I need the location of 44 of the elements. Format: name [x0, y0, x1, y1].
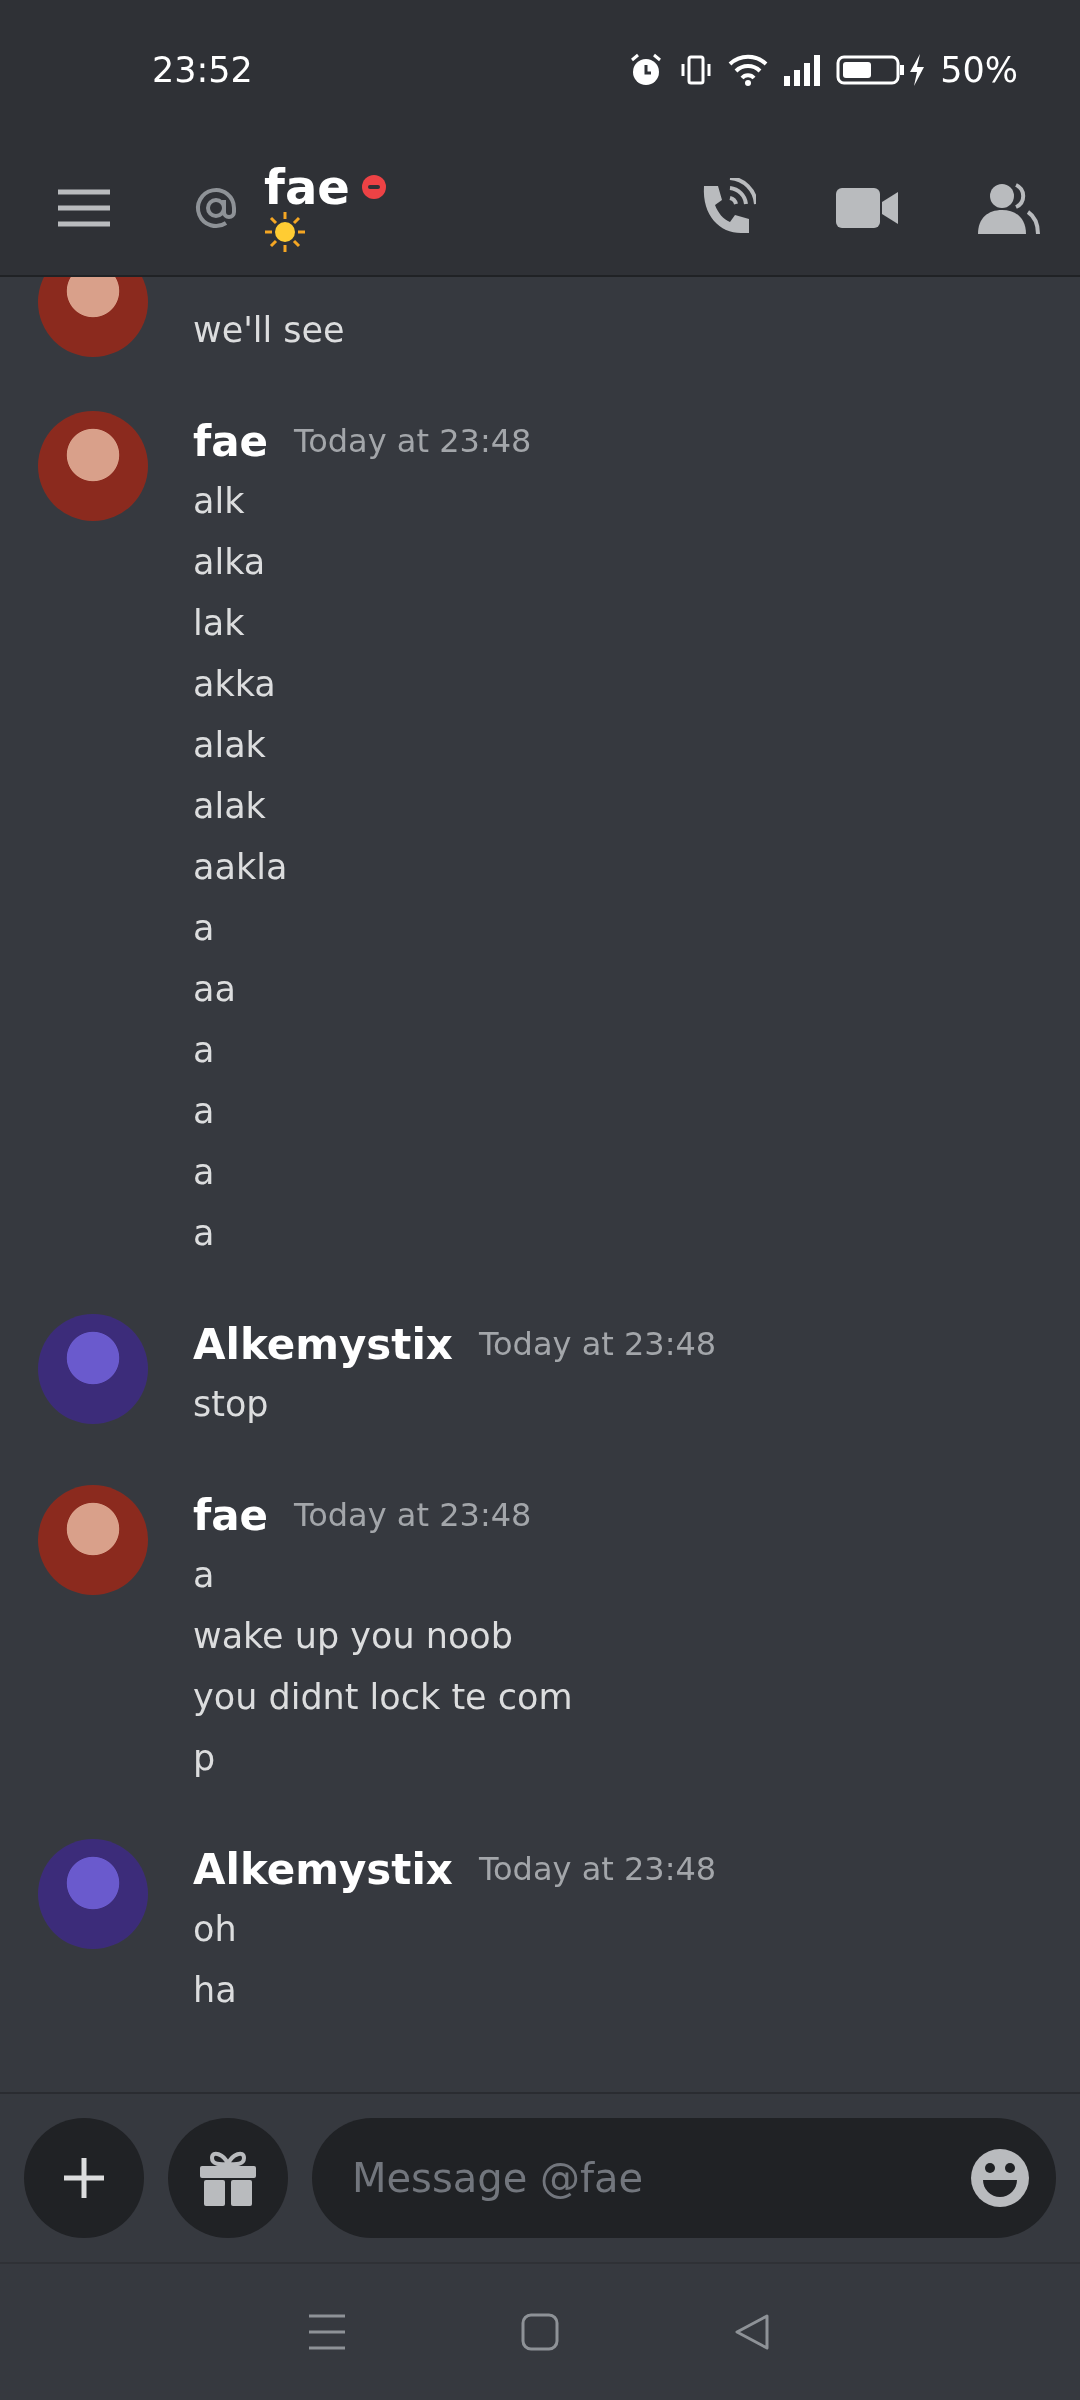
emoji-icon[interactable] — [970, 2148, 1030, 2208]
message-text: akka — [193, 663, 277, 706]
timestamp: Today at 23:48 — [478, 1850, 717, 1888]
message-text: a — [193, 1090, 216, 1133]
message-input-field[interactable]: Message @fae — [312, 2118, 1056, 2238]
author-name[interactable]: fae — [193, 1490, 269, 1540]
clock-time: 23:52 — [152, 50, 254, 90]
message-text: aa — [193, 968, 237, 1011]
channel-name: fae — [264, 162, 350, 211]
message-text: a — [193, 1212, 216, 1255]
message-text: alak — [193, 785, 267, 828]
members-icon[interactable] — [978, 181, 1040, 234]
message-text: alk — [193, 480, 246, 523]
message-text: a — [193, 1151, 216, 1194]
message-text: we'll see — [193, 309, 345, 352]
message-text: wake up you noob — [193, 1615, 514, 1658]
message-text: a — [193, 907, 216, 950]
timestamp: Today at 23:48 — [294, 422, 532, 460]
message-text: ha — [193, 1969, 238, 2012]
signal-icon — [782, 52, 823, 88]
message-text: alak — [193, 724, 267, 767]
sun-icon — [264, 210, 306, 253]
message-text: a — [193, 1554, 216, 1597]
message-text: p — [193, 1737, 217, 1780]
recent-apps-icon[interactable] — [306, 2312, 347, 2352]
battery-charging-icon — [836, 52, 927, 88]
menu-icon[interactable] — [56, 187, 112, 228]
message-text: oh — [193, 1908, 238, 1951]
author-name[interactable]: fae — [193, 416, 269, 466]
author-name[interactable]: Alkemystix — [193, 1844, 453, 1894]
timestamp: Today at 23:48 — [294, 1496, 532, 1534]
message-text: aakla — [193, 846, 289, 889]
author-name[interactable]: Alkemystix — [193, 1319, 453, 1369]
message-text: a — [193, 1029, 216, 1072]
avatar[interactable] — [38, 277, 148, 357]
home-icon[interactable] — [520, 2312, 560, 2352]
battery-percentage: 50% — [940, 50, 1018, 90]
wifi-icon — [728, 52, 769, 88]
message-text: alka — [193, 541, 267, 584]
timestamp: Today at 23:48 — [478, 1325, 717, 1363]
message-text: lak — [193, 602, 246, 645]
message-text: you didnt lock te com — [193, 1676, 573, 1719]
plus-icon — [62, 2156, 106, 2200]
message-text: stop — [193, 1383, 270, 1426]
